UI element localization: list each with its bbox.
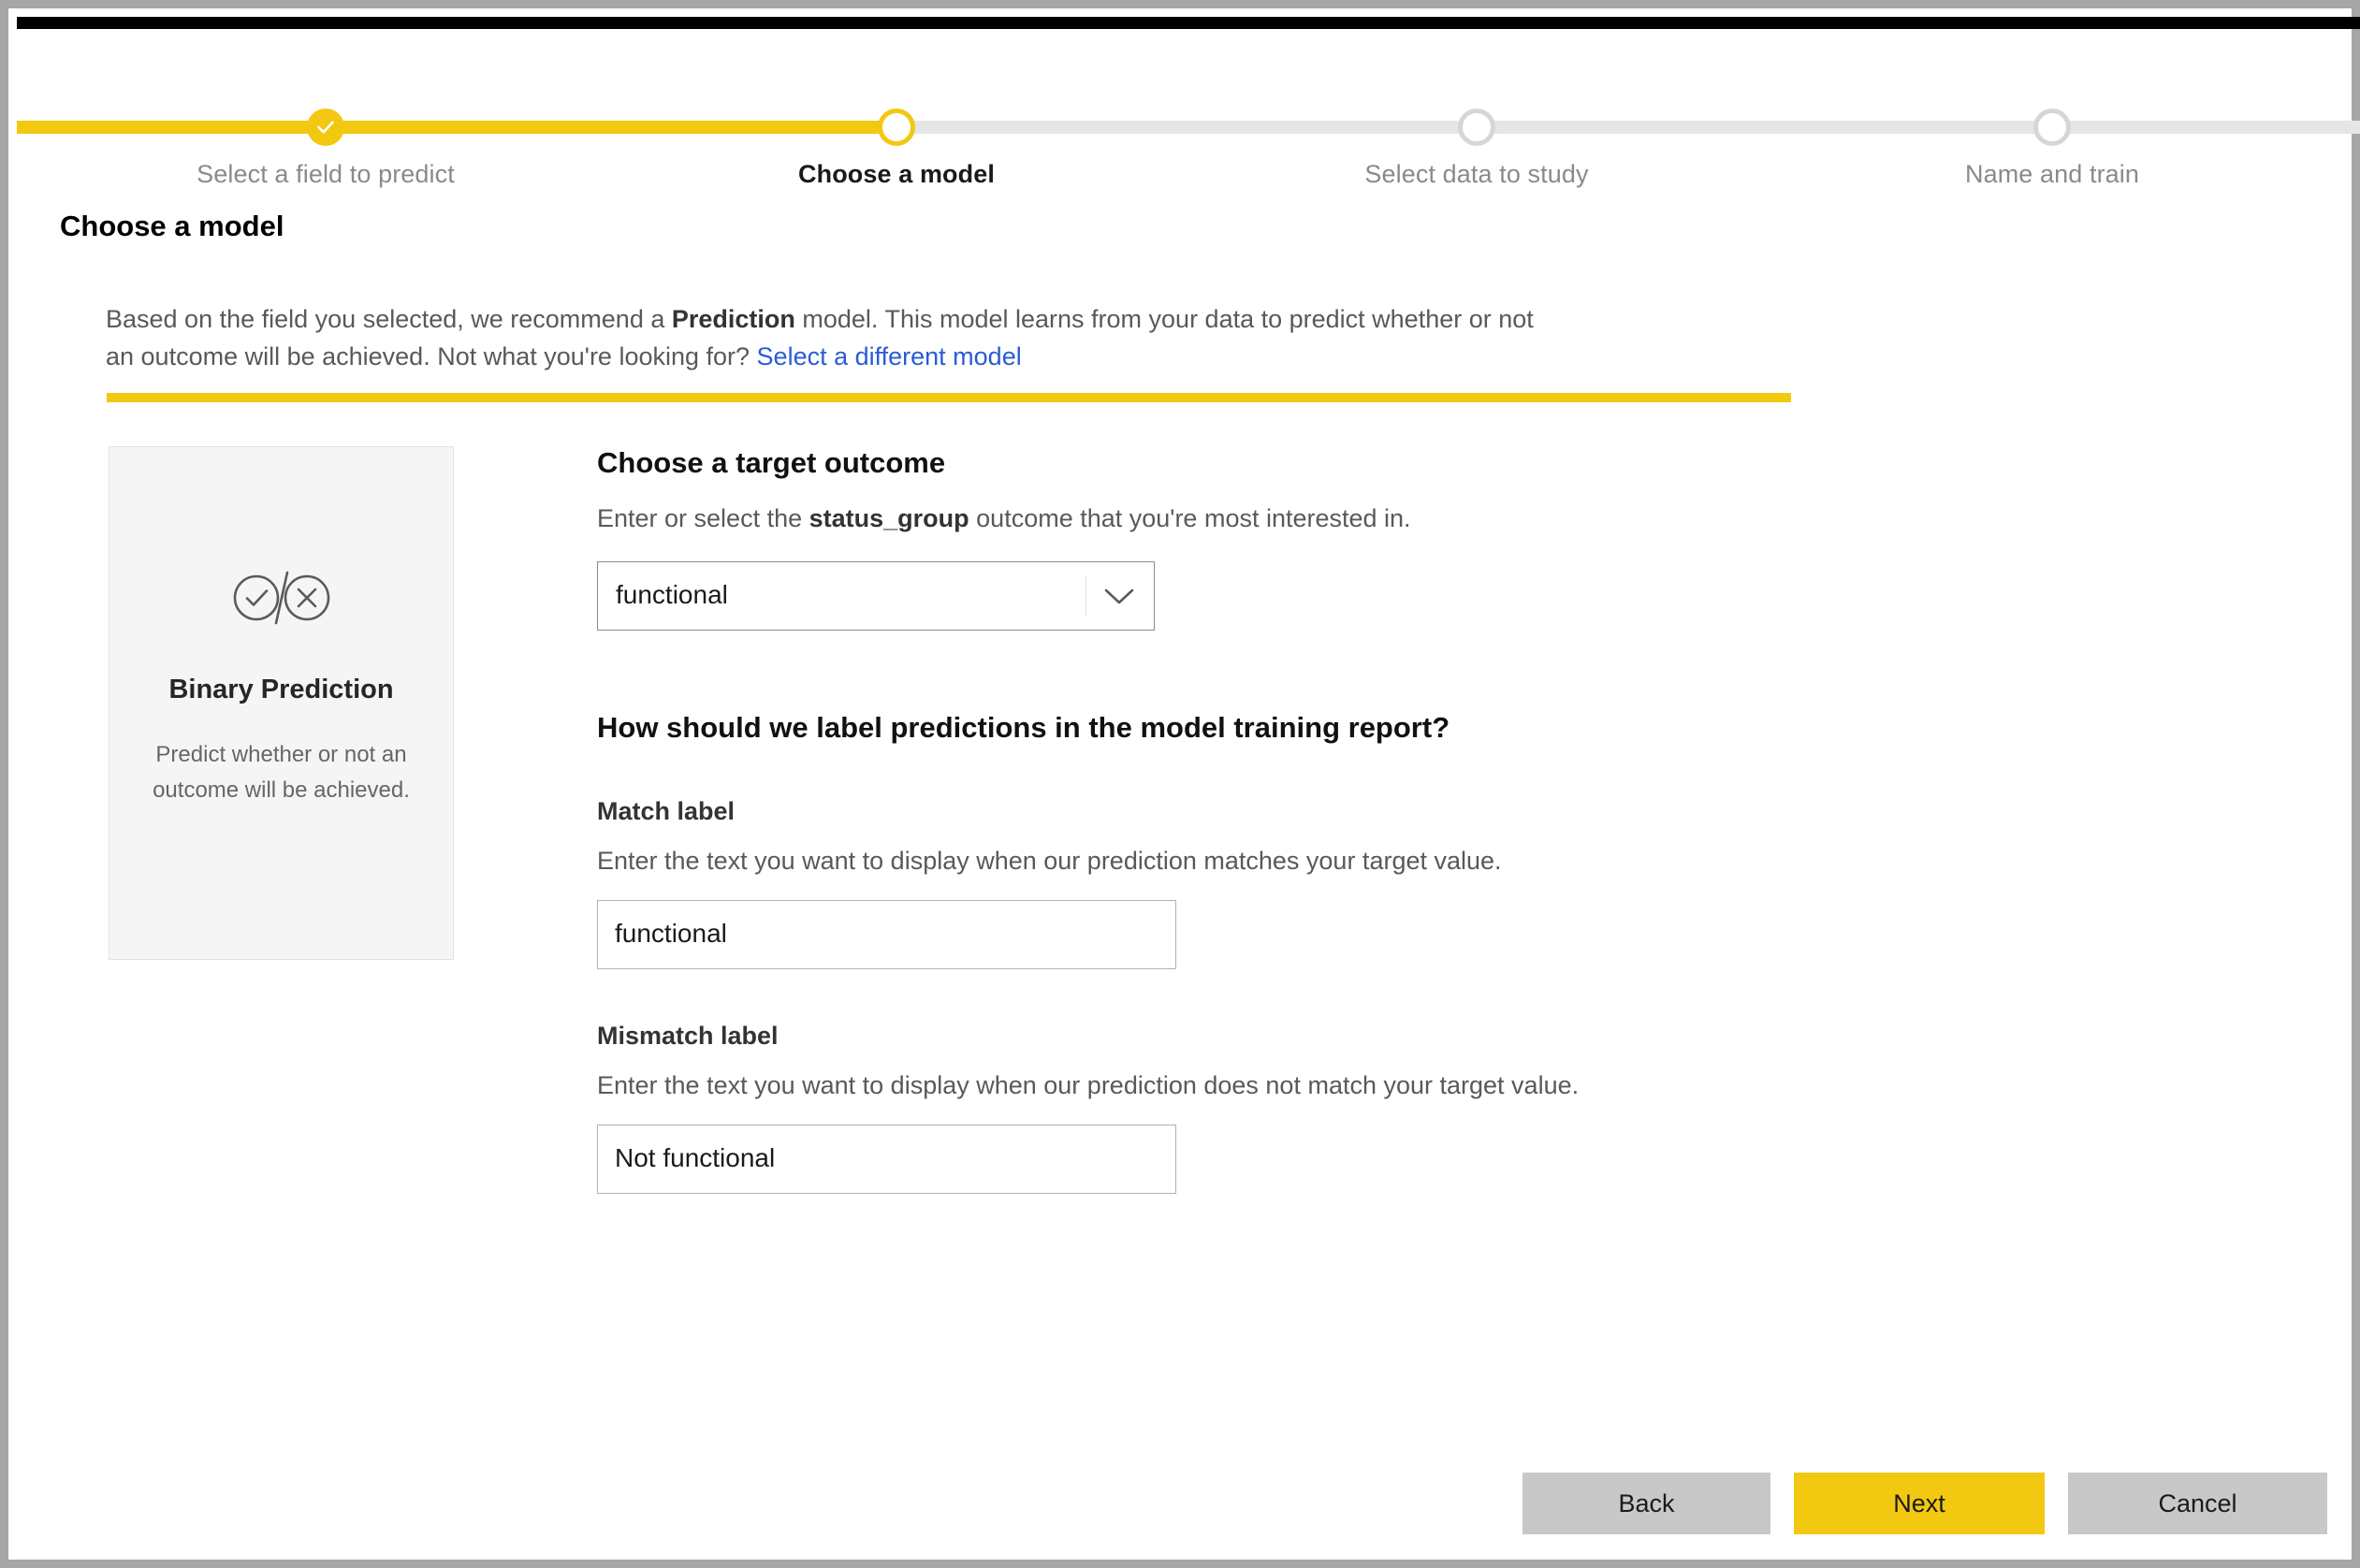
target-outcome-hint: Enter or select the status_group outcome… bbox=[597, 504, 2094, 533]
chevron-down-icon[interactable] bbox=[1103, 587, 1135, 607]
target-outcome-hint-after: outcome that you're most interested in. bbox=[969, 504, 1411, 532]
stepper-track-progress bbox=[17, 121, 896, 134]
next-button[interactable]: Next bbox=[1794, 1473, 2045, 1534]
app-window: Select a field to predict Choose a model… bbox=[0, 0, 2360, 1568]
stepper-step-label: Choose a model bbox=[798, 160, 995, 188]
window-titlebar bbox=[17, 17, 2360, 29]
stepper-step-label: Name and train bbox=[1965, 160, 2139, 188]
step-node-active-icon bbox=[878, 109, 915, 146]
dropdown-separator bbox=[1085, 575, 1086, 617]
step-node-icon bbox=[1458, 109, 1495, 146]
target-outcome-selected-value: functional bbox=[616, 580, 728, 609]
wizard-stepper: Select a field to predict Choose a model… bbox=[17, 29, 2360, 194]
target-outcome-heading: Choose a target outcome bbox=[597, 446, 946, 479]
target-outcome-field-name: status_group bbox=[809, 504, 969, 532]
mismatch-label-input[interactable]: Not functional bbox=[597, 1125, 1176, 1194]
match-label-value: functional bbox=[615, 919, 727, 948]
model-card-binary-prediction[interactable]: Binary Prediction Predict whether or not… bbox=[109, 446, 454, 960]
match-label-hint: Enter the text you want to display when … bbox=[597, 847, 1502, 875]
description-model-type: Prediction bbox=[671, 305, 795, 333]
model-card-title: Binary Prediction bbox=[168, 675, 394, 704]
match-label-label: Match label bbox=[597, 797, 736, 825]
step-node-done-icon bbox=[307, 109, 344, 146]
description-part-1: Based on the field you selected, we reco… bbox=[106, 305, 672, 333]
step-node-icon bbox=[2033, 109, 2071, 146]
check-cross-circle-icon bbox=[109, 567, 453, 632]
stepper-step-label: Select a field to predict bbox=[197, 160, 455, 188]
mismatch-label-field-group: Mismatch label Enter the text you want t… bbox=[597, 1022, 2094, 1194]
section-divider bbox=[107, 393, 1791, 402]
match-label-input[interactable]: functional bbox=[597, 900, 1176, 969]
page-title: Choose a model bbox=[60, 210, 284, 242]
mismatch-label-label: Mismatch label bbox=[597, 1022, 779, 1050]
model-configuration-panel: Choose a target outcome Enter or select … bbox=[597, 446, 2094, 1194]
stepper-step-label: Select data to study bbox=[1364, 160, 1589, 188]
model-card-description: Predict whether or not an outcome will b… bbox=[153, 742, 410, 803]
match-label-field-group: Match label Enter the text you want to d… bbox=[597, 797, 2094, 969]
mismatch-label-value: Not functional bbox=[615, 1143, 776, 1172]
target-outcome-hint-before: Enter or select the bbox=[597, 504, 809, 532]
labels-section-heading: How should we label predictions in the m… bbox=[597, 711, 1450, 744]
mismatch-label-hint: Enter the text you want to display when … bbox=[597, 1071, 1580, 1099]
wizard-footer: Back Next Cancel bbox=[1522, 1473, 2327, 1534]
model-recommendation-description: Based on the field you selected, we reco… bbox=[106, 300, 1537, 375]
cancel-button[interactable]: Cancel bbox=[2068, 1473, 2327, 1534]
target-outcome-dropdown[interactable]: functional bbox=[597, 561, 1155, 631]
back-button[interactable]: Back bbox=[1522, 1473, 1770, 1534]
select-different-model-link[interactable]: Select a different model bbox=[757, 342, 1022, 370]
